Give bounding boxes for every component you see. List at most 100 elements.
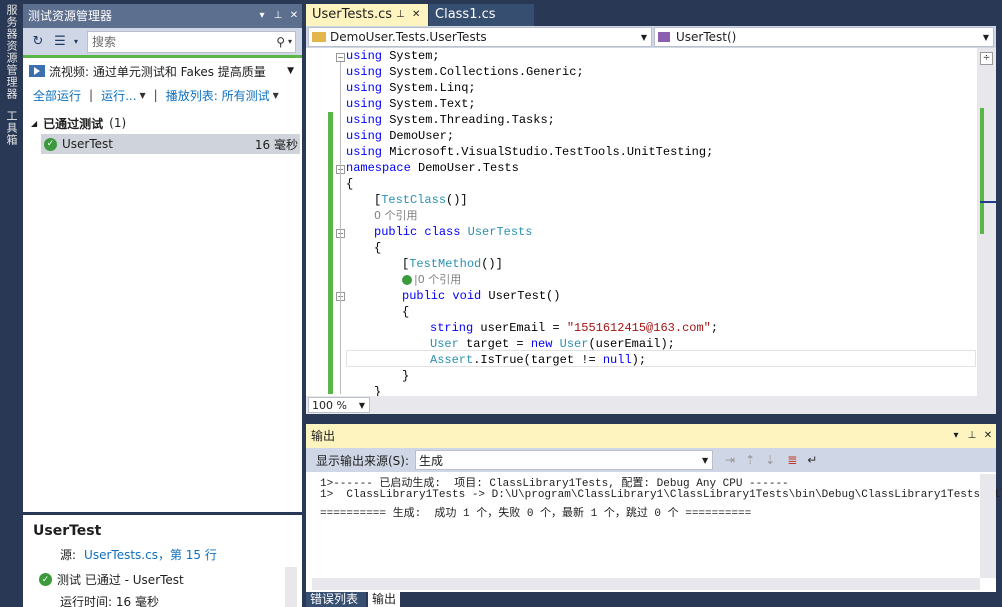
- close-icon[interactable]: ✕: [412, 4, 420, 26]
- code-line: using System;: [346, 49, 440, 63]
- code-line: string userEmail = "1551612415@163.com";: [430, 321, 719, 335]
- pin-icon[interactable]: ⊥: [964, 424, 980, 448]
- code-line: using System.Threading.Tasks;: [346, 113, 555, 127]
- tab-class1[interactable]: Class1.cs: [429, 4, 534, 26]
- next-icon[interactable]: ⇣: [765, 453, 775, 467]
- video-icon: [29, 65, 45, 77]
- group-label: 已通过测试: [43, 116, 104, 131]
- chevron-down-icon[interactable]: ▼: [273, 91, 279, 100]
- collapse-icon[interactable]: ◢: [31, 119, 37, 128]
- code-line: Assert.IsTrue(target != null);: [430, 353, 647, 367]
- tab-label: Class1.cs: [435, 7, 496, 22]
- chevron-down-icon[interactable]: ▼: [979, 33, 993, 42]
- tab-usertests[interactable]: UserTests.cs ⊥ ✕: [306, 4, 428, 26]
- passed-icon: ✓: [44, 137, 57, 151]
- detail-scrollbar[interactable]: [285, 567, 297, 607]
- search-icon[interactable]: ⚲: [276, 35, 285, 49]
- chevron-down-icon[interactable]: ▾: [71, 31, 81, 53]
- test-row[interactable]: ✓ UserTest 16 毫秒: [41, 134, 300, 154]
- passed-icon: ✓: [39, 573, 52, 586]
- chevron-down-icon[interactable]: ▼: [140, 91, 146, 100]
- code-editor[interactable]: − − − − using System; using System.Colle…: [306, 48, 996, 396]
- zoom-value: 100 %: [312, 398, 347, 412]
- passed-icon: [402, 275, 412, 285]
- code-line: {: [346, 177, 354, 191]
- source-link[interactable]: UserTests.cs，第 15 行: [84, 546, 217, 563]
- output-vertical-scrollbar[interactable]: [980, 474, 996, 578]
- group-by-icon[interactable]: ☰: [49, 31, 71, 53]
- chevron-down-icon[interactable]: ▼: [287, 66, 294, 76]
- search-input[interactable]: 搜索 ⚲ ▾: [87, 30, 296, 53]
- run-link[interactable]: 运行...: [101, 87, 136, 104]
- bottom-tabs: 错误列表 输出: [306, 592, 996, 607]
- prev-icon[interactable]: ⇡: [745, 453, 755, 467]
- zoom-selector[interactable]: 100 % ▼: [308, 397, 370, 413]
- pin-icon[interactable]: ⊥: [396, 4, 405, 26]
- output-line: 1> ClassLibrary1Tests -> D:\U\program\Cl…: [320, 489, 1002, 501]
- code-line: namespace DemoUser.Tests: [346, 161, 519, 175]
- split-icon[interactable]: ÷: [980, 52, 993, 65]
- output-source-value: 生成: [419, 453, 444, 468]
- clear-all-icon[interactable]: ≣: [787, 453, 797, 467]
- output-titlebar: 输出 ▾ ⊥ ✕: [306, 424, 996, 448]
- status-text: 测试 已通过 - UserTest: [57, 573, 184, 587]
- code-line: using System.Collections.Generic;: [346, 65, 584, 79]
- code-line: {: [402, 305, 410, 319]
- promo-text[interactable]: 流视频: 通过单元测试和 Fakes 提高质量: [49, 63, 287, 80]
- tab-error-list[interactable]: 错误列表: [306, 592, 366, 607]
- test-detail-pane: UserTest 源: UserTests.cs，第 15 行 ✓ 测试 已通过…: [23, 512, 302, 607]
- output-source-select[interactable]: 生成 ▼: [415, 450, 714, 470]
- member-selector[interactable]: UserTest() ▼: [654, 27, 994, 47]
- code-line: }: [402, 369, 410, 383]
- pin-icon[interactable]: ⊥: [270, 4, 286, 28]
- type-selector[interactable]: DemoUser.Tests.UserTests ▼: [308, 27, 652, 47]
- output-line: ========== 生成: 成功 1 个，失败 0 个，最新 1 个，跳过 0…: [320, 508, 752, 520]
- output-source-label: 显示输出来源(S):: [316, 453, 410, 468]
- detail-title: UserTest: [33, 523, 102, 539]
- output-panel: 输出 ▾ ⊥ ✕ 显示输出来源(S): 生成 ▼ ⇥ ⇡ ⇣ ≣ ↵ 1>---…: [306, 424, 1002, 592]
- tab-label: UserTests.cs: [312, 7, 393, 22]
- output-horizontal-scrollbar[interactable]: [312, 578, 980, 590]
- collapse-icon[interactable]: −: [336, 53, 345, 62]
- output-line: 1>------ 已启动生成: 项目: ClassLibrary1Tests, …: [320, 478, 789, 490]
- chevron-down-icon[interactable]: ▾: [288, 37, 292, 46]
- chevron-down-icon[interactable]: ▼: [637, 33, 651, 42]
- navigation-bar: DemoUser.Tests.UserTests ▼ UserTest() ▼: [306, 26, 996, 48]
- horizontal-scrollbar[interactable]: [376, 400, 990, 410]
- test-name: UserTest: [62, 137, 113, 151]
- tab-output[interactable]: 输出: [368, 592, 400, 607]
- document-tabs: UserTests.cs ⊥ ✕ Class1.cs: [306, 4, 1002, 26]
- close-icon[interactable]: ✕: [980, 424, 996, 448]
- code-line: using Microsoft.VisualStudio.TestTools.U…: [346, 145, 714, 159]
- run-links: 全部运行 | 运行... ▼ | 播放列表: 所有测试 ▼: [23, 84, 302, 106]
- goto-icon[interactable]: ⇥: [725, 453, 735, 467]
- word-wrap-icon[interactable]: ↵: [807, 453, 817, 467]
- codelens-references[interactable]: |0 个引用: [402, 272, 461, 288]
- codelens-references[interactable]: 0 个引用: [374, 208, 418, 224]
- server-explorer-tab[interactable]: 服务器资源管理器: [2, 4, 20, 104]
- fold-line: [340, 62, 341, 394]
- toolbox-tab[interactable]: 工具箱: [2, 110, 20, 154]
- close-icon[interactable]: ✕: [286, 4, 302, 28]
- playlist-link[interactable]: 播放列表: 所有测试: [166, 87, 270, 104]
- chevron-down-icon[interactable]: ▼: [698, 456, 712, 465]
- refresh-icon[interactable]: ↻: [27, 31, 49, 53]
- dropdown-icon[interactable]: ▾: [948, 424, 964, 448]
- output-toolbar: 显示输出来源(S): 生成 ▼ ⇥ ⇡ ⇣ ≣ ↵: [306, 448, 996, 472]
- passed-group-header[interactable]: ◢ 已通过测试 (1): [23, 112, 302, 134]
- class-icon: [312, 32, 326, 42]
- change-margin: [328, 112, 333, 394]
- code-line: [TestClass()]: [374, 193, 468, 207]
- editor-horizontal-bar: 100 % ▼: [306, 396, 996, 414]
- source-label: 源:: [60, 548, 77, 562]
- chevron-down-icon[interactable]: ▼: [355, 401, 369, 410]
- code-line: }: [374, 385, 382, 396]
- search-placeholder: 搜索: [92, 35, 117, 49]
- promo-row[interactable]: 流视频: 通过单元测试和 Fakes 提高质量 ▼: [23, 58, 302, 84]
- run-all-link[interactable]: 全部运行: [33, 87, 81, 104]
- code-line: public void UserTest(): [402, 289, 561, 303]
- dropdown-icon[interactable]: ▾: [254, 4, 270, 28]
- change-marker: [980, 108, 984, 234]
- code-line: public class UserTests: [374, 225, 533, 239]
- editor-vertical-scrollbar[interactable]: ÷: [977, 48, 996, 396]
